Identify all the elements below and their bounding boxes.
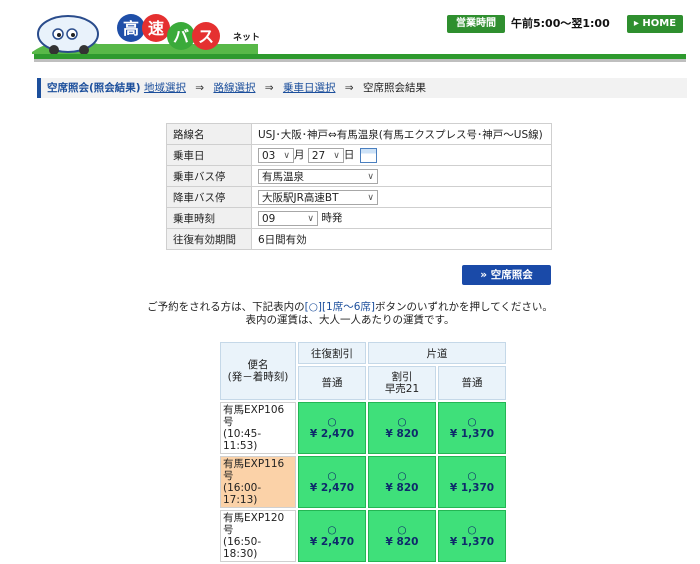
- fare-button[interactable]: ○ ¥ 820: [368, 456, 436, 508]
- oneway-header: 片道: [368, 342, 506, 364]
- breadcrumb: 空席照会(照会結果) 地域選択 ⇒ 路線選択 ⇒ 乗車日選択 ⇒ 空席照会結果: [37, 78, 687, 98]
- fare-button[interactable]: ○ ¥ 1,370: [438, 456, 506, 508]
- svg-text:ス: ス: [198, 27, 214, 46]
- seat-search-button[interactable]: » 空席照会: [462, 265, 551, 285]
- breadcrumb-link-date[interactable]: 乗車日選択: [283, 82, 336, 94]
- route-label: 路線名: [166, 123, 252, 145]
- breadcrumb-arrow: ⇒: [344, 82, 354, 94]
- svg-text:高: 高: [123, 19, 139, 38]
- validity-value: 6日間有効: [251, 228, 552, 250]
- day-select[interactable]: 27 ∨: [307, 147, 344, 163]
- board-stop-select[interactable]: 有馬温泉 ∨: [258, 168, 378, 184]
- route-value: USJ･大阪･神戸⇔有馬温泉(有馬エクスプレス号･神戸〜US線): [251, 123, 552, 145]
- alight-stop-select[interactable]: 大阪駅JR高速BT ∨: [258, 189, 378, 205]
- site-header: 高 速 バ ス ネット 営業時間 午前5:00〜翌1:00 ▸ HOME: [0, 0, 700, 62]
- breadcrumb-arrow: ⇒: [195, 82, 205, 94]
- table-row: 有馬EXP120号 (16:50-18:30) ○ ¥ 2,470 ○ ¥ 820 ○…: [220, 510, 506, 562]
- calendar-icon[interactable]: [359, 147, 377, 163]
- table-row: 有馬EXP116号 (16:00-17:13) ○ ¥ 2,470 ○ ¥ 820 ○…: [220, 456, 506, 508]
- board-stop-label: 乗車バス停: [166, 165, 252, 187]
- service-header: 便名 (発－着時刻): [220, 342, 296, 400]
- fare-button[interactable]: ○ ¥ 2,470: [298, 402, 366, 454]
- reservation-notice: ご予約をされる方は、下記表内の[○][1席〜6席]ボタンのいずれかを押してくださ…: [147, 301, 553, 326]
- alight-stop-label: 降車バス停: [166, 186, 252, 208]
- business-hours-text: 午前5:00〜翌1:00: [511, 17, 610, 30]
- svg-text:ネット: ネット: [233, 32, 260, 43]
- month-select[interactable]: 03 ∨: [258, 147, 294, 163]
- svg-text:速: 速: [148, 19, 164, 38]
- service-name: 有馬EXP116号 (16:00-17:13): [220, 456, 296, 508]
- departure-time-select[interactable]: 09 ∨: [258, 210, 318, 226]
- fare-button[interactable]: ○ ¥ 2,470: [298, 510, 366, 562]
- business-hours-badge: 営業時間: [447, 15, 505, 33]
- service-name: 有馬EXP106号 (10:45-11:53): [220, 402, 296, 454]
- home-button[interactable]: ▸ HOME: [627, 15, 683, 33]
- breadcrumb-link-route[interactable]: 路線選択: [213, 82, 255, 94]
- breadcrumb-last: 空席照会結果: [362, 82, 426, 94]
- validity-label: 往復有効期間: [166, 228, 252, 250]
- date-label: 乗車日: [166, 144, 252, 166]
- fare-button[interactable]: ○ ¥ 820: [368, 510, 436, 562]
- fare-button[interactable]: ○ ¥ 820: [368, 402, 436, 454]
- fare-button[interactable]: ○ ¥ 2,470: [298, 456, 366, 508]
- discount-header: 割引 早売21: [368, 366, 436, 400]
- breadcrumb-current: 空席照会(照会結果): [47, 82, 141, 94]
- roundtrip-header: 往復割引: [298, 342, 366, 364]
- breadcrumb-link-region[interactable]: 地域選択: [144, 82, 186, 94]
- normal-header: 普通: [298, 366, 366, 400]
- breadcrumb-arrow: ⇒: [264, 82, 274, 94]
- site-logo[interactable]: 高 速 バ ス ネット: [28, 4, 268, 58]
- normal-oneway-header: 普通: [438, 366, 506, 400]
- fare-button[interactable]: ○ ¥ 1,370: [438, 510, 506, 562]
- search-form-table: 路線名 USJ･大阪･神戸⇔有馬温泉(有馬エクスプレス号･神戸〜US線) 乗車日…: [166, 123, 552, 250]
- header-gray-line: [34, 59, 686, 62]
- date-field: 03 ∨ 月 27 ∨ 日: [251, 144, 552, 166]
- service-name: 有馬EXP120号 (16:50-18:30): [220, 510, 296, 562]
- svg-text:バ: バ: [173, 27, 189, 46]
- fare-table: 便名 (発－着時刻) 往復割引 片道 普通 割引 早売21 普通 有馬EXP106号…: [218, 340, 508, 564]
- table-row: 有馬EXP106号 (10:45-11:53) ○ ¥ 2,470 ○ ¥ 820 ○…: [220, 402, 506, 454]
- departure-time-label: 乗車時刻: [166, 207, 252, 229]
- fare-button[interactable]: ○ ¥ 1,370: [438, 402, 506, 454]
